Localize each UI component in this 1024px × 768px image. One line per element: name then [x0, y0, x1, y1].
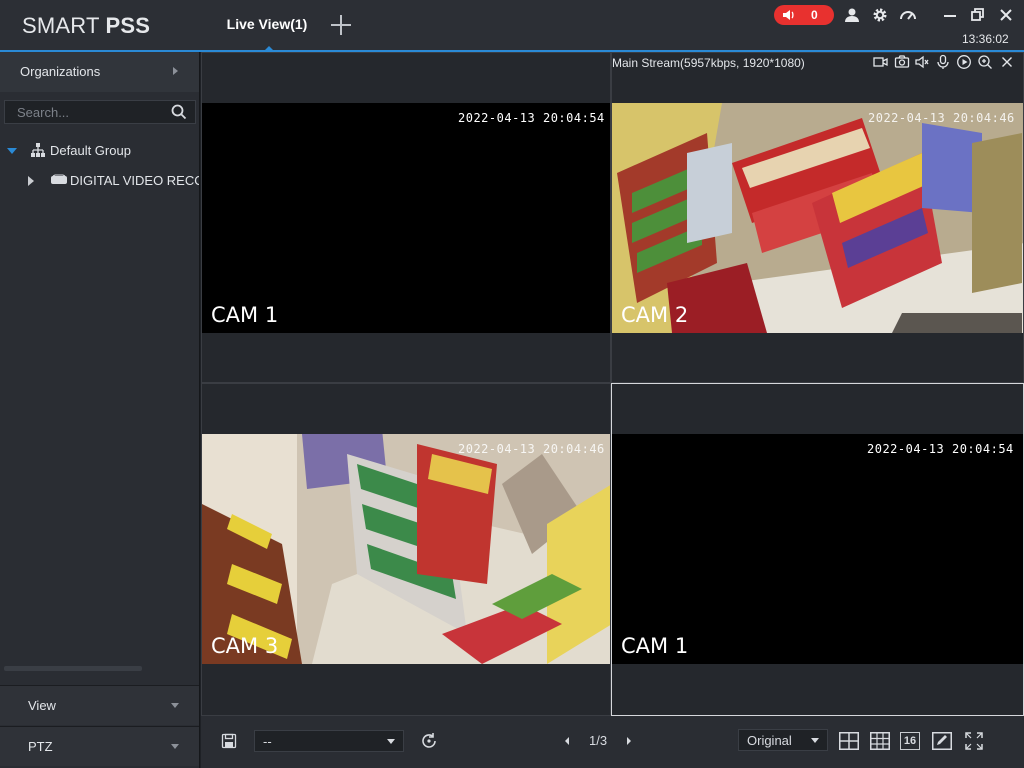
logo-text-bold: PSS: [105, 13, 151, 38]
video-feed: 2022-04-13 20:04:54 CAM 1: [202, 103, 610, 333]
video-feed: 2022-04-13 20:04:46 CAM 3: [202, 434, 610, 664]
left-panel: Organizations Default Group DIGITAL VIDE…: [0, 52, 200, 768]
restore-icon[interactable]: [969, 6, 987, 24]
record-icon[interactable]: [872, 54, 888, 70]
save-view-icon[interactable]: [221, 733, 237, 749]
view-label: View: [28, 698, 56, 713]
video-grid: 2022-04-13 20:04:54 CAM 1 Main Stream(59…: [201, 52, 1024, 716]
org-tree-icon: [31, 143, 45, 157]
group-label: Default Group: [50, 143, 131, 158]
organizations-label: Organizations: [20, 64, 101, 79]
video-feed: 2022-04-13 20:04:54 CAM 1: [612, 434, 1023, 664]
video-feed: 2022-04-13 20:04:46 CAM 2: [612, 103, 1023, 333]
bottom-toolbar: -- 1/3 Original 16: [201, 716, 1024, 768]
title-bar: SMART PSS Live View(1) 0 13:36:02: [0, 0, 1024, 52]
expanded-arrow-icon[interactable]: [7, 148, 17, 154]
microphone-icon[interactable]: [935, 54, 951, 70]
smart-pss-window: SMART PSS Live View(1) 0 13:36:02 Organi…: [0, 0, 1024, 768]
chevron-down-icon: [811, 738, 819, 743]
ptz-section-header[interactable]: PTZ: [0, 726, 199, 766]
view-section-header[interactable]: View: [0, 685, 199, 725]
video-timestamp: 2022-04-13 20:04:46: [868, 111, 1015, 125]
layout-4-icon[interactable]: [839, 732, 859, 750]
page-indicator: 1/3: [589, 733, 608, 748]
next-page-icon[interactable]: [625, 736, 633, 746]
chevron-right-icon: [173, 67, 178, 75]
search-input[interactable]: [5, 101, 165, 123]
layout-16-label: 16: [903, 735, 917, 747]
stream-info: Main Stream(5957kbps, 1920*1080): [612, 56, 805, 70]
performance-gauge-icon[interactable]: [899, 6, 917, 24]
video-cell-3[interactable]: 2022-04-13 20:04:46 CAM 3: [201, 383, 611, 716]
zoom-in-icon[interactable]: [977, 54, 993, 70]
store-camera-image: [202, 434, 610, 664]
minimize-icon[interactable]: [941, 6, 959, 24]
collapsed-arrow-icon[interactable]: [28, 176, 34, 186]
layout-9-icon[interactable]: [870, 732, 890, 750]
device-label: DIGITAL VIDEO RECORDER: [70, 173, 199, 188]
dvr-device-icon: [51, 174, 67, 184]
chevron-down-icon: [171, 744, 179, 749]
tree-item-default-group[interactable]: Default Group: [0, 140, 199, 162]
chevron-down-icon: [171, 703, 179, 708]
close-icon[interactable]: [997, 6, 1015, 24]
video-cell-2[interactable]: Main Stream(5957kbps, 1920*1080) 2022-04…: [611, 52, 1024, 383]
video-cell-1[interactable]: 2022-04-13 20:04:54 CAM 1: [201, 52, 611, 383]
organizations-header[interactable]: Organizations: [0, 52, 199, 92]
add-tab-icon[interactable]: [329, 13, 353, 37]
video-timestamp: 2022-04-13 20:04:46: [458, 442, 605, 456]
camera-label: CAM 1: [621, 634, 689, 658]
clock: 13:36:02: [962, 32, 1009, 46]
layout-16-button[interactable]: 16: [900, 732, 920, 750]
alarm-count: 0: [811, 8, 818, 22]
view-select-value: --: [263, 734, 272, 749]
audio-mute-icon[interactable]: [914, 54, 930, 70]
aspect-ratio-value: Original: [747, 733, 792, 748]
tab-live-view-label: Live View(1): [226, 16, 308, 32]
speaker-icon: [783, 10, 794, 20]
prev-page-icon[interactable]: [563, 736, 571, 746]
camera-label: CAM 3: [211, 634, 279, 658]
camera-label: CAM 2: [621, 303, 689, 327]
horizontal-scrollbar[interactable]: [4, 666, 142, 671]
user-icon[interactable]: [843, 6, 861, 24]
logo-text-light: SMART: [22, 13, 106, 38]
search-box: [4, 100, 196, 124]
ptz-label: PTZ: [28, 739, 53, 754]
store-camera-image: [612, 103, 1023, 333]
fullscreen-icon[interactable]: [965, 732, 983, 750]
alarm-badge[interactable]: 0: [774, 5, 834, 25]
playback-icon[interactable]: [956, 54, 972, 70]
video-timestamp: 2022-04-13 20:04:54: [458, 111, 605, 125]
video-timestamp: 2022-04-13 20:04:54: [867, 442, 1014, 456]
app-logo: SMART PSS: [22, 13, 150, 39]
chevron-down-icon: [387, 739, 395, 744]
search-icon[interactable]: [171, 104, 187, 120]
stream-toolbar: Main Stream(5957kbps, 1920*1080): [612, 53, 1023, 73]
video-cell-4[interactable]: 2022-04-13 20:04:54 CAM 1: [611, 383, 1024, 716]
view-select[interactable]: --: [254, 730, 404, 752]
camera-label: CAM 1: [211, 303, 279, 327]
custom-layout-edit-icon[interactable]: [932, 732, 952, 750]
gear-icon[interactable]: [871, 6, 889, 24]
refresh-icon[interactable]: [420, 732, 438, 750]
close-window-icon[interactable]: [999, 54, 1015, 70]
snapshot-icon[interactable]: [894, 54, 910, 70]
tab-live-view[interactable]: Live View(1): [214, 0, 320, 52]
tree-item-dvr[interactable]: DIGITAL VIDEO RECORDER: [0, 170, 199, 192]
aspect-ratio-select[interactable]: Original: [738, 729, 828, 751]
